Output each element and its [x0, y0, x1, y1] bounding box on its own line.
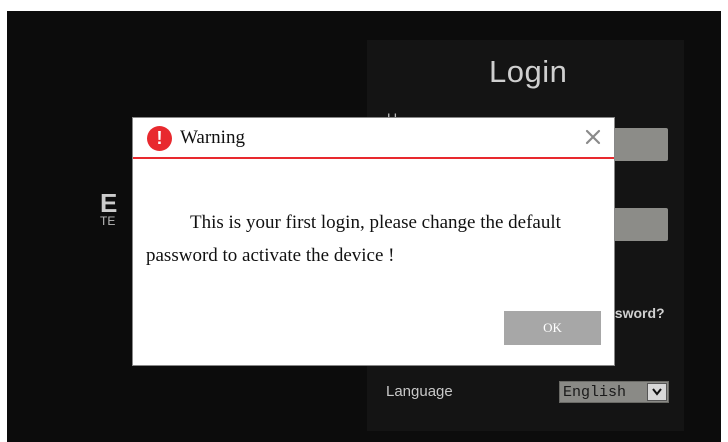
- dialog-message: This is your first login, please change …: [146, 212, 561, 266]
- language-label: Language: [386, 383, 453, 400]
- forgot-password-link[interactable]: ssword?: [607, 305, 665, 321]
- language-selected-value: English: [563, 383, 627, 401]
- dialog-header: ! Warning: [133, 118, 614, 159]
- chevron-down-icon[interactable]: [647, 383, 667, 401]
- language-select[interactable]: English: [559, 381, 669, 403]
- ok-button[interactable]: OK: [504, 311, 601, 345]
- dialog-title: Warning: [180, 127, 245, 148]
- login-title: Login: [489, 54, 568, 89]
- warning-dialog: ! Warning This is your first login, plea…: [132, 117, 615, 366]
- warning-exclamation-icon: !: [147, 126, 172, 151]
- forgot-password-label: ssword?: [607, 305, 665, 321]
- brand-logo-subtext: TE: [100, 214, 116, 228]
- close-icon[interactable]: [582, 126, 604, 148]
